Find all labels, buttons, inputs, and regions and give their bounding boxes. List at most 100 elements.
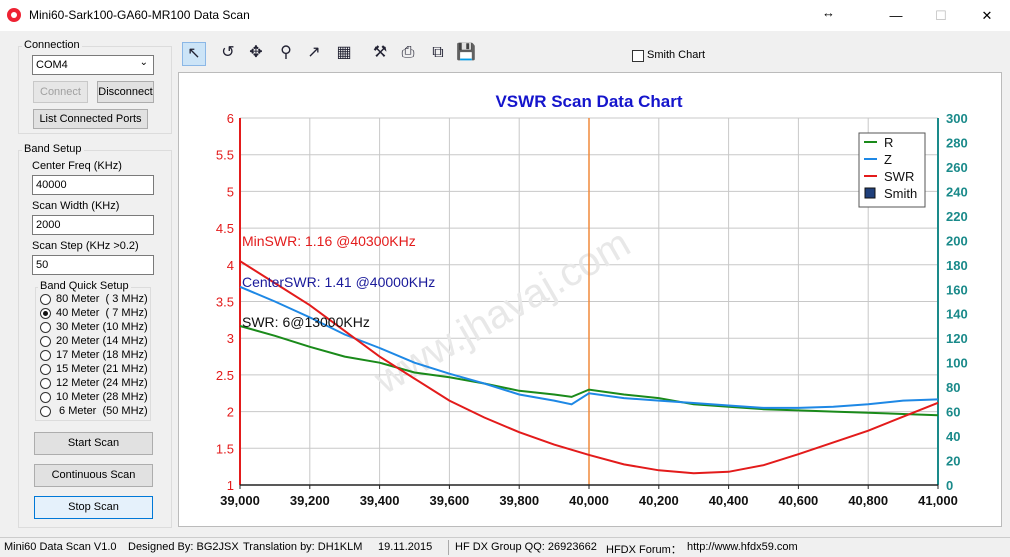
minimize-button[interactable]: — bbox=[873, 0, 919, 31]
y-left-tick-label: 2 bbox=[227, 405, 234, 420]
y-right-tick-label: 260 bbox=[946, 160, 968, 175]
x-tick-label: 39,600 bbox=[430, 493, 470, 508]
y-right-tick-label: 200 bbox=[946, 233, 968, 248]
chart-annotation: CenterSWR: 1.41 @40000KHz bbox=[242, 274, 435, 290]
chart-title: VSWR Scan Data Chart bbox=[495, 92, 682, 111]
copy-icon[interactable]: ⧉ bbox=[426, 42, 450, 66]
x-tick-label: 40,400 bbox=[709, 493, 749, 508]
band-option-label: 12 Meter (24 MHz) bbox=[56, 377, 148, 389]
resize-icon[interactable]: ↔ bbox=[822, 5, 835, 20]
connection-group-label: Connection bbox=[22, 39, 82, 51]
status-separator bbox=[448, 540, 449, 555]
x-tick-label: 40,200 bbox=[639, 493, 679, 508]
scan-width-label: Scan Width (KHz) bbox=[32, 200, 120, 212]
y-left-tick-label: 5 bbox=[227, 184, 234, 199]
y-right-tick-label: 220 bbox=[946, 209, 968, 224]
band-option-label: 6 Meter (50 MHz) bbox=[56, 405, 148, 417]
y-left-tick-label: 1 bbox=[227, 478, 234, 493]
y-right-tick-label: 140 bbox=[946, 307, 968, 322]
smith-chart-label: Smith Chart bbox=[647, 49, 706, 61]
band-radio[interactable] bbox=[40, 406, 51, 417]
status-designed-by: Designed By: BG2JSX bbox=[128, 541, 239, 553]
vswr-chart[interactable]: VSWR Scan Data Chartwww.jhavaj.com39,000… bbox=[179, 73, 1001, 526]
maximize-button[interactable]: ☐ bbox=[918, 0, 964, 31]
chart-annotation: SWR: 6@13000KHz bbox=[242, 314, 370, 330]
legend-swatch bbox=[864, 187, 876, 199]
status-group-qq: HF DX Group QQ: 26923662 bbox=[455, 541, 597, 553]
y-left-tick-label: 1.5 bbox=[216, 441, 234, 456]
y-right-tick-label: 80 bbox=[946, 380, 960, 395]
zoom-icon[interactable]: ⚲ bbox=[274, 42, 298, 66]
band-radio[interactable] bbox=[40, 364, 51, 375]
port-select[interactable]: COM4 ⌄ bbox=[32, 55, 154, 75]
y-right-tick-label: 240 bbox=[946, 184, 968, 199]
band-option-label: 40 Meter ( 7 MHz) bbox=[56, 307, 148, 319]
x-tick-label: 40,000 bbox=[569, 493, 609, 508]
x-tick-label: 39,400 bbox=[360, 493, 400, 508]
chevron-down-icon: ⌄ bbox=[139, 57, 148, 68]
y-right-tick-label: 40 bbox=[946, 429, 960, 444]
y-left-tick-label: 4 bbox=[227, 258, 234, 273]
undo-icon[interactable]: ↺ bbox=[216, 42, 240, 66]
legend-label: Smith bbox=[884, 186, 917, 201]
y-right-tick-label: 180 bbox=[946, 258, 968, 273]
y-right-tick-label: 160 bbox=[946, 282, 968, 297]
start-scan-button[interactable]: Start Scan bbox=[34, 432, 153, 455]
x-tick-label: 39,000 bbox=[220, 493, 260, 508]
y-left-tick-label: 2.5 bbox=[216, 368, 234, 383]
y-right-tick-label: 20 bbox=[946, 454, 960, 469]
status-version: Mini60 Data Scan V1.0 bbox=[4, 541, 117, 553]
pan-icon[interactable]: ✥ bbox=[244, 42, 268, 66]
band-radio[interactable] bbox=[40, 308, 51, 319]
y-left-tick-label: 3 bbox=[227, 331, 234, 346]
band-radio[interactable] bbox=[40, 392, 51, 403]
smith-chart-checkbox[interactable] bbox=[632, 50, 644, 62]
status-bar: Mini60 Data Scan V1.0 Designed By: BG2JS… bbox=[0, 537, 1010, 557]
band-radio[interactable] bbox=[40, 322, 51, 333]
title-bar: Mini60-Sark100-GA60-MR100 Data Scan ↔ — … bbox=[0, 0, 1010, 31]
y-right-tick-label: 60 bbox=[946, 405, 960, 420]
close-button[interactable]: ✕ bbox=[964, 0, 1010, 31]
y-left-tick-label: 4.5 bbox=[216, 221, 234, 236]
y-right-tick-label: 300 bbox=[946, 111, 968, 126]
band-radio[interactable] bbox=[40, 336, 51, 347]
disconnect-button[interactable]: Disconnect bbox=[97, 81, 154, 103]
band-radio[interactable] bbox=[40, 378, 51, 389]
status-translation: Translation by: DH1KLM bbox=[243, 541, 363, 553]
window-title: Mini60-Sark100-GA60-MR100 Data Scan bbox=[29, 8, 250, 22]
legend-label: Z bbox=[884, 152, 892, 167]
scan-step-input[interactable]: 50 bbox=[32, 255, 154, 275]
chart-annotation: MinSWR: 1.16 @40300KHz bbox=[242, 233, 416, 249]
x-tick-label: 41,000 bbox=[918, 493, 958, 508]
list-ports-button[interactable]: List Connected Ports bbox=[33, 109, 148, 129]
scan-step-label: Scan Step (KHz >0.2) bbox=[32, 240, 139, 252]
x-tick-label: 39,200 bbox=[290, 493, 330, 508]
connect-button[interactable]: Connect bbox=[33, 81, 88, 103]
stop-scan-button[interactable]: Stop Scan bbox=[34, 496, 153, 519]
band-option-label: 80 Meter ( 3 MHz) bbox=[56, 293, 148, 305]
y-right-tick-label: 280 bbox=[946, 135, 968, 150]
pointer-icon[interactable]: ↖ bbox=[182, 42, 206, 66]
x-tick-label: 40,600 bbox=[779, 493, 819, 508]
band-option-label: 15 Meter (21 MHz) bbox=[56, 363, 148, 375]
settings-icon[interactable]: ⚒ bbox=[368, 42, 392, 66]
x-tick-label: 39,800 bbox=[499, 493, 539, 508]
band-option-label: 30 Meter (10 MHz) bbox=[56, 321, 148, 333]
print-icon[interactable]: ⎙ bbox=[396, 42, 420, 66]
band-radio[interactable] bbox=[40, 350, 51, 361]
continuous-scan-button[interactable]: Continuous Scan bbox=[34, 464, 153, 487]
chart-panel: VSWR Scan Data Chart www.jhavaj.com 39,000… bbox=[178, 72, 1002, 527]
export-icon[interactable]: ↗ bbox=[302, 42, 326, 66]
y-right-tick-label: 100 bbox=[946, 356, 968, 371]
app-icon bbox=[7, 8, 21, 22]
band-radio[interactable] bbox=[40, 294, 51, 305]
center-freq-input[interactable]: 40000 bbox=[32, 175, 154, 195]
chart-data-icon[interactable]: ▦ bbox=[332, 42, 356, 66]
save-icon[interactable]: 💾 bbox=[454, 42, 478, 66]
band-quick-setup-label: Band Quick Setup bbox=[38, 280, 131, 292]
y-left-tick-label: 6 bbox=[227, 111, 234, 126]
status-forum: HFDX Forum： bbox=[606, 544, 682, 556]
scan-width-input[interactable]: 2000 bbox=[32, 215, 154, 235]
status-url[interactable]: http://www.hfdx59.com bbox=[687, 541, 798, 553]
band-setup-group-label: Band Setup bbox=[22, 143, 84, 155]
